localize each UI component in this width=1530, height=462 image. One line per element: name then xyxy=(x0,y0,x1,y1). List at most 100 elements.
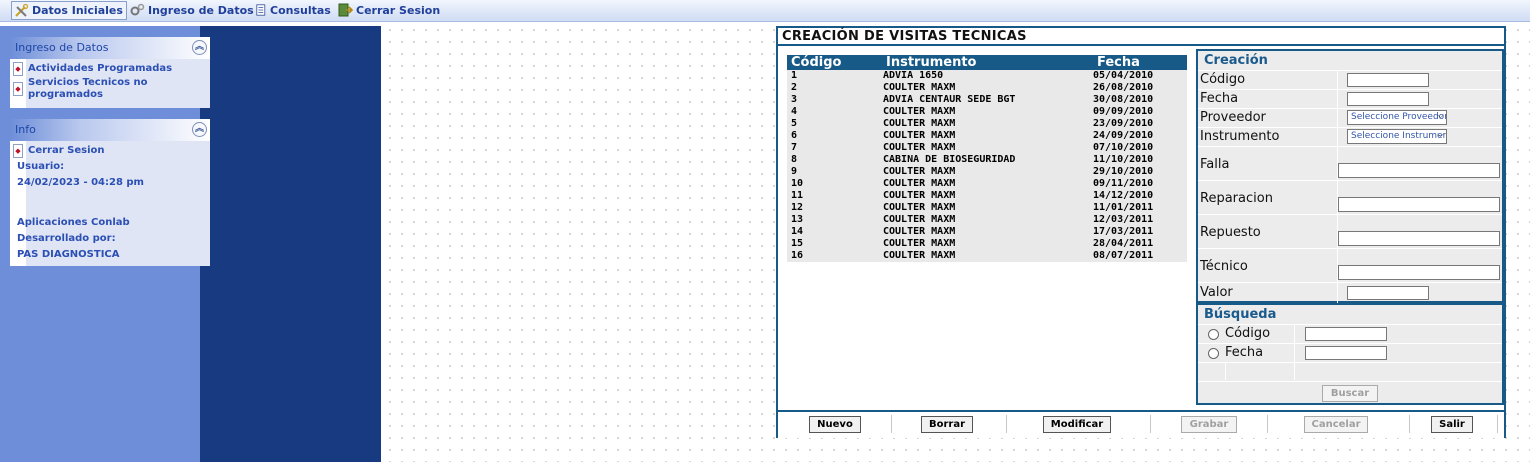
table-row[interactable]: 5 COULTER MAXM 23/09/2010 xyxy=(787,118,1187,130)
collapse-icon[interactable]: ︽ xyxy=(192,122,207,137)
nuevo-button[interactable]: Nuevo xyxy=(809,416,861,433)
sidebar-item-label: Actividades Programadas xyxy=(28,63,173,74)
row-falla: Falla xyxy=(1198,146,1502,180)
row-codigo: Código xyxy=(1198,70,1502,89)
table-row[interactable]: 8 CABINA DE BIOSEGURIDAD 11/10/2010 xyxy=(787,154,1187,166)
toolbar-divider xyxy=(1267,415,1268,433)
menu-datos-iniciales[interactable]: Datos Iniciales xyxy=(11,1,127,20)
table-row[interactable]: 9 COULTER MAXM 29/10/2010 xyxy=(787,166,1187,178)
row-busqueda-fecha: Fecha xyxy=(1198,343,1502,362)
table-row[interactable]: 6 COULTER MAXM 24/09/2010 xyxy=(787,130,1187,142)
menu-cerrar-sesion[interactable]: Cerrar Sesion xyxy=(338,1,440,19)
table-row[interactable]: 14 COULTER MAXM 17/03/2011 xyxy=(787,226,1187,238)
reparacion-label: Reparacion xyxy=(1200,191,1273,206)
gears-icon xyxy=(130,3,145,16)
panel-header[interactable]: Info ︽ xyxy=(10,119,210,141)
reparacion-field[interactable] xyxy=(1338,197,1500,212)
codigo-label: Código xyxy=(1200,72,1246,87)
menu-consultas[interactable]: Consultas xyxy=(256,1,331,19)
cell-instrumento: ADVIA 1650 xyxy=(883,70,944,81)
toolbar-divider xyxy=(1497,415,1498,433)
column-header-codigo[interactable]: Código xyxy=(791,55,841,70)
row-instrumento: Instrumento Seleccione Instrumento ⌵ xyxy=(1198,127,1502,146)
cell-codigo: 13 xyxy=(791,214,804,225)
valor-field[interactable] xyxy=(1347,286,1429,300)
table-row[interactable]: 7 COULTER MAXM 07/10/2010 xyxy=(787,142,1187,154)
cell-instrumento: COULTER MAXM xyxy=(883,250,956,261)
table-row[interactable]: 10 COULTER MAXM 09/11/2010 xyxy=(787,178,1187,190)
table-row[interactable]: 13 COULTER MAXM 12/03/2011 xyxy=(787,214,1187,226)
sidebar-item-cerrar-sesion[interactable]: ◆ Cerrar Sesion xyxy=(13,143,105,159)
title-divider xyxy=(778,44,1504,46)
column-header-fecha[interactable]: Fecha xyxy=(1097,55,1140,70)
table-body: 1 ADVIA 1650 05/04/2010 2 COULTER MAXM 26/08/… xyxy=(787,70,1187,262)
row-fecha: Fecha xyxy=(1198,89,1502,108)
table-row[interactable]: 15 COULTER MAXM 28/04/2011 xyxy=(787,238,1187,250)
sidebar-item-actividades-programadas[interactable]: ◆ Actividades Programadas xyxy=(13,61,173,77)
salir-button[interactable]: Salir xyxy=(1431,416,1473,433)
cell-codigo: 7 xyxy=(791,142,798,153)
proveedor-selected: Seleccione Proveedor xyxy=(1351,112,1447,122)
bullet-icon: ◆ xyxy=(13,82,23,96)
tecnico-field[interactable] xyxy=(1338,265,1500,280)
proveedor-label: Proveedor xyxy=(1200,110,1266,125)
table-row[interactable]: 2 COULTER MAXM 26/08/2010 xyxy=(787,82,1187,94)
busqueda-fecha-label: Fecha xyxy=(1225,345,1264,360)
fecha-radio[interactable] xyxy=(1208,348,1219,359)
table-row[interactable]: 12 COULTER MAXM 11/01/2011 xyxy=(787,202,1187,214)
menu-label: Datos Iniciales xyxy=(32,4,123,17)
table-row[interactable]: 4 COULTER MAXM 09/09/2010 xyxy=(787,106,1187,118)
developer-label: Desarrollado por: xyxy=(17,233,116,244)
busqueda-fecha-field[interactable] xyxy=(1305,346,1387,360)
instrumento-select[interactable]: Seleccione Instrumento ⌵ xyxy=(1347,129,1447,144)
section-title-busqueda: Búsqueda xyxy=(1204,307,1277,322)
developer-name: PAS DIAGNOSTICA xyxy=(17,249,120,260)
panel-info: Info ︽ ◆ Cerrar Sesion Usuario: 24/02/20… xyxy=(10,119,210,266)
busqueda-codigo-label: Código xyxy=(1225,326,1271,341)
cancelar-button[interactable]: Cancelar xyxy=(1304,416,1368,433)
cell-instrumento: COULTER MAXM xyxy=(883,142,956,153)
cell-codigo: 5 xyxy=(791,118,798,129)
row-tecnico: Técnico xyxy=(1198,248,1502,282)
repuesto-field[interactable] xyxy=(1338,231,1500,246)
codigo-field[interactable] xyxy=(1347,73,1429,87)
borrar-button[interactable]: Borrar xyxy=(921,416,973,433)
table-row[interactable]: 11 COULTER MAXM 14/12/2010 xyxy=(787,190,1187,202)
exit-icon xyxy=(338,3,353,17)
busqueda-codigo-field[interactable] xyxy=(1305,327,1387,341)
cell-fecha: 30/08/2010 xyxy=(1093,94,1154,105)
menu-ingreso-datos[interactable]: Ingreso de Datos xyxy=(130,1,254,19)
falla-field[interactable] xyxy=(1338,163,1500,178)
cell-codigo: 3 xyxy=(791,94,798,105)
valor-label: Valor xyxy=(1200,285,1233,300)
toolbar-divider xyxy=(1150,415,1151,433)
visits-table: Código Instrumento Fecha 1 ADVIA 1650 05/0… xyxy=(787,55,1187,262)
panel-header[interactable]: Ingreso de Datos ︽ xyxy=(10,37,210,59)
table-row[interactable]: 1 ADVIA 1650 05/04/2010 xyxy=(787,70,1187,82)
table-row[interactable]: 3 ADVIA CENTAUR SEDE BGT 30/08/2010 xyxy=(787,94,1187,106)
cell-fecha: 24/09/2010 xyxy=(1093,130,1154,141)
row-busqueda-codigo: Código xyxy=(1198,324,1502,343)
chevron-down-icon: ⌵ xyxy=(1437,111,1444,121)
cell-codigo: 11 xyxy=(791,190,804,201)
table-row[interactable]: 16 COULTER MAXM 08/07/2011 xyxy=(787,250,1187,262)
proveedor-select[interactable]: Seleccione Proveedor ⌵ xyxy=(1347,110,1447,125)
panel-title: Info xyxy=(15,123,36,136)
column-header-instrumento[interactable]: Instrumento xyxy=(886,55,976,70)
cell-fecha: 23/09/2010 xyxy=(1093,118,1154,129)
collapse-icon[interactable]: ︽ xyxy=(192,40,207,55)
sidebar-item-servicios-tecnicos[interactable]: ◆ Servicios Tecnicos no programados xyxy=(13,77,148,101)
sidebar-item-label: programados xyxy=(28,89,103,100)
cell-fecha: 09/11/2010 xyxy=(1093,178,1154,189)
cell-instrumento: COULTER MAXM xyxy=(883,118,956,129)
grabar-button[interactable]: Grabar xyxy=(1181,416,1237,433)
codigo-radio[interactable] xyxy=(1208,329,1219,340)
buscar-button[interactable]: Buscar xyxy=(1322,385,1378,402)
row-repuesto: Repuesto xyxy=(1198,214,1502,248)
cell-instrumento: COULTER MAXM xyxy=(883,166,956,177)
busqueda-panel: Búsqueda Código Fecha Buscar xyxy=(1196,303,1504,405)
modificar-button[interactable]: Modificar xyxy=(1043,416,1111,433)
row-proveedor: Proveedor Seleccione Proveedor ⌵ xyxy=(1198,108,1502,127)
fecha-field[interactable] xyxy=(1347,92,1429,106)
cell-instrumento: COULTER MAXM xyxy=(883,214,956,225)
